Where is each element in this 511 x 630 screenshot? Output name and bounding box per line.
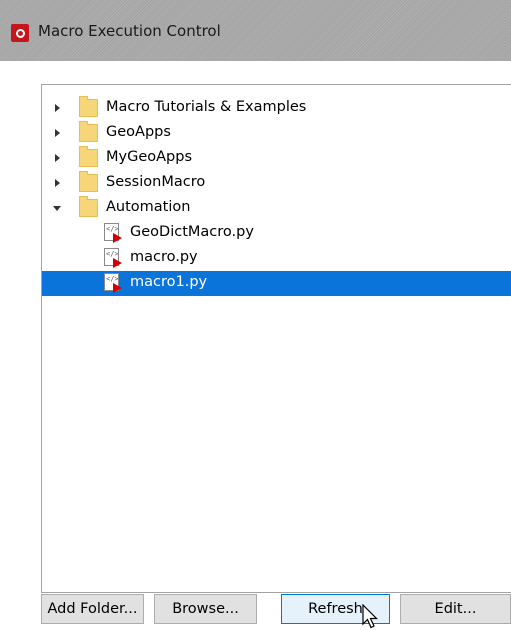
folder-icon [79, 96, 98, 117]
file-label: macro1.py [130, 274, 208, 290]
window-title: Macro Execution Control [38, 22, 221, 40]
expand-arrow-icon[interactable] [55, 104, 60, 112]
browse-button[interactable]: Browse... [154, 594, 257, 624]
macro-tree[interactable]: Macro Tutorials & Examples GeoApps MyGeo… [41, 84, 511, 593]
folder-icon [79, 196, 98, 217]
expand-arrow-icon[interactable] [55, 179, 60, 187]
python-macro-file-icon: </> [104, 273, 122, 293]
folder-label: SessionMacro [106, 174, 206, 190]
dialog-body: Macro Tutorials & Examples GeoApps MyGeo… [15, 61, 511, 630]
tree-file-macro1[interactable]: </> macro1.py [42, 271, 511, 296]
python-macro-file-icon: </> [104, 223, 122, 243]
tree-folder-macro-tutorials[interactable]: Macro Tutorials & Examples [42, 96, 511, 121]
edit-button[interactable]: Edit... [400, 594, 511, 624]
folder-icon [79, 146, 98, 167]
tree-folder-geoapps[interactable]: GeoApps [42, 121, 511, 146]
collapse-arrow-icon[interactable] [53, 206, 61, 211]
file-label: macro.py [130, 249, 198, 265]
mouse-pointer-icon [362, 604, 378, 629]
expand-arrow-icon[interactable] [55, 154, 60, 162]
title-bar[interactable]: Macro Execution Control [0, 0, 511, 61]
tree-folder-automation[interactable]: Automation [42, 196, 511, 221]
folder-label: GeoApps [106, 124, 171, 140]
folder-icon [79, 171, 98, 192]
tree-file-macro[interactable]: </> macro.py [42, 246, 511, 271]
add-folder-button[interactable]: Add Folder... [41, 594, 144, 624]
tree-folder-sessionmacro[interactable]: SessionMacro [42, 171, 511, 196]
expand-arrow-icon[interactable] [55, 129, 60, 137]
folder-label: Macro Tutorials & Examples [106, 99, 307, 115]
tree-folder-mygeoapps[interactable]: MyGeoApps [42, 146, 511, 171]
tree-file-geodictmacro[interactable]: </> GeoDictMacro.py [42, 221, 511, 246]
app-logo-icon [11, 24, 29, 42]
folder-label: Automation [106, 199, 191, 215]
python-macro-file-icon: </> [104, 248, 122, 268]
folder-label: MyGeoApps [106, 149, 193, 165]
file-label: GeoDictMacro.py [130, 224, 254, 240]
folder-icon [79, 121, 98, 142]
